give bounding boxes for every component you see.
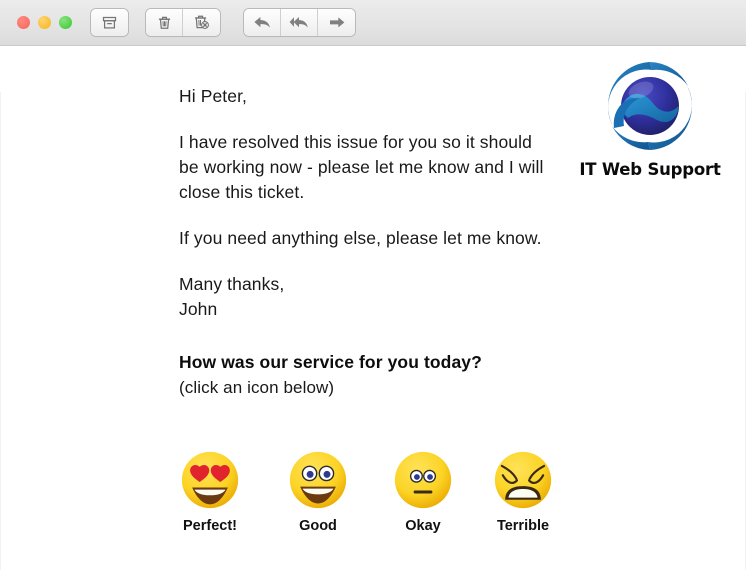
reply-button[interactable] (244, 9, 281, 36)
forward-button[interactable] (318, 9, 355, 36)
survey-instruction: (click an icon below) (179, 378, 335, 397)
minimize-window-button[interactable] (38, 16, 51, 29)
window-controls (17, 16, 72, 29)
toolbar-group-reply (244, 9, 355, 36)
forward-icon (327, 15, 346, 30)
signoff-name: John (179, 299, 218, 319)
company-branding: IT Web Support (570, 56, 730, 179)
window-titlebar (0, 0, 746, 46)
signoff-block: Many thanks, John (179, 272, 554, 322)
greeting-text: Hi Peter, (179, 86, 248, 106)
survey-rating-row: Perfect! Good Okay Terrible (179, 450, 579, 550)
rating-option-okay[interactable]: Okay (392, 450, 454, 534)
rating-label: Perfect! (183, 518, 237, 534)
email-client-window: IT Web Support Hi Peter, I have resolved… (0, 0, 746, 570)
company-name: IT Web Support (579, 160, 721, 179)
message-content: Hi Peter, I have resolved this issue for… (179, 84, 554, 400)
archive-icon (101, 14, 118, 31)
paragraph-2-text: If you need anything else, please let me… (179, 228, 542, 248)
rating-label: Good (299, 518, 337, 534)
archive-button[interactable] (91, 9, 128, 36)
toolbar-group-archive (91, 9, 128, 36)
rating-option-perfect[interactable]: Perfect! (179, 450, 241, 534)
close-window-button[interactable] (17, 16, 30, 29)
neutral-face-icon (394, 451, 452, 509)
reply-all-button[interactable] (281, 9, 318, 36)
rating-label: Terrible (496, 518, 550, 534)
survey-question: How was our service for you today? (179, 352, 482, 372)
heart-eyes-face-icon (181, 451, 239, 509)
junk-icon (193, 14, 210, 31)
signoff-closing: Many thanks, (179, 274, 285, 294)
maximize-window-button[interactable] (59, 16, 72, 29)
delete-button[interactable] (146, 9, 183, 36)
weary-face-icon (494, 451, 552, 509)
trash-icon (156, 14, 173, 31)
paragraph-1-text: I have resolved this issue for you so it… (179, 132, 544, 202)
email-body: IT Web Support Hi Peter, I have resolved… (0, 46, 746, 570)
reply-all-icon (289, 15, 310, 30)
junk-button[interactable] (183, 9, 220, 36)
rating-label: Okay (405, 518, 441, 534)
toolbar-group-delete (146, 9, 220, 36)
body-left-edge (0, 92, 1, 570)
grinning-face-icon (289, 451, 347, 509)
it-web-support-logo-icon (608, 62, 692, 150)
rating-option-good[interactable]: Good (287, 450, 349, 534)
rating-option-terrible[interactable]: Terrible (492, 450, 554, 534)
reply-icon (253, 15, 272, 30)
